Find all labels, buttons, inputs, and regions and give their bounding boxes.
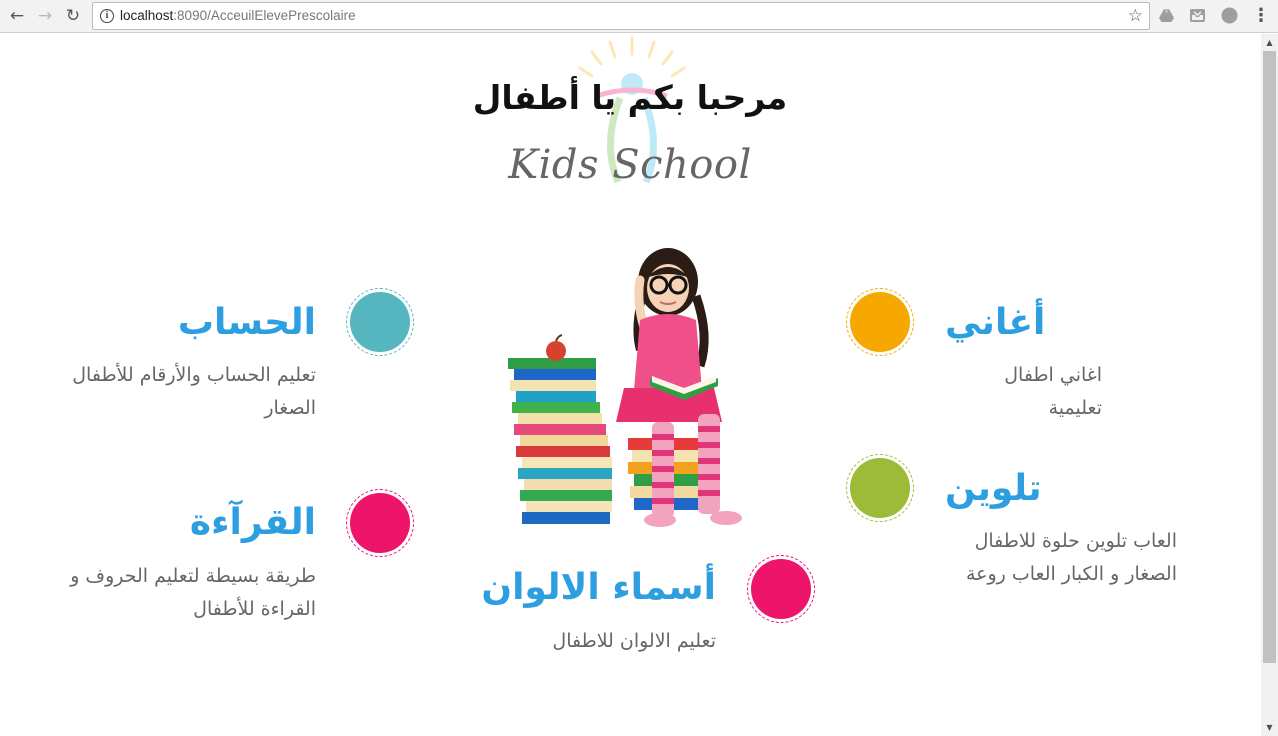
songs-title[interactable]: أغاني [945,302,1045,343]
math-desc-line1: تعليم الحساب والأرقام للأطفال [72,364,316,386]
math-title[interactable]: الحساب [178,302,316,343]
address-bar[interactable]: i localhost:8090/AcceuilElevePrescolaire… [92,2,1150,30]
girl-reading-books-image [508,248,742,527]
reading-title[interactable]: القرآءة [190,502,316,543]
bookmark-star-icon[interactable]: ☆ [1128,6,1143,26]
coloring-title[interactable]: تلوين [945,468,1042,509]
kebab-menu-icon[interactable]: ⋮ [1252,6,1270,26]
inbox-extension-icon[interactable] [1189,7,1206,24]
coloring-desc-line1: العاب تلوين حلوة للاطفال [974,530,1177,552]
profile-extension-icon[interactable] [1221,7,1238,24]
page-content: مرحبا بكم يا أطفال Kids School الحساب تع… [0,34,1261,736]
coloring-description: العاب تلوين حلوة للاطفال الصغار و الكبار… [945,525,1177,591]
songs-description: اغاني اطفال تعليمية [945,359,1102,425]
url-host: localhost [120,8,174,23]
math-desc-line2: الصغار [264,397,316,419]
colors-description: تعليم الالوان للاطفال [516,625,716,658]
vertical-scrollbar[interactable]: ▲ ▼ [1261,34,1278,736]
drive-extension-icon[interactable] [1158,7,1175,24]
browser-toolbar: ← → ↻ i localhost:8090/AcceuilElevePresc… [0,0,1278,33]
forward-arrow-icon[interactable]: → [34,5,56,27]
songs-circle-icon[interactable] [846,288,914,356]
back-arrow-icon[interactable]: ← [6,5,28,27]
url-path: :8090/AcceuilElevePrescolaire [173,8,356,23]
math-description: تعليم الحساب والأرقام للأطفال الصغار [56,359,316,425]
colors-title[interactable]: أسماء الالوان [481,567,716,608]
reading-circle-icon[interactable] [346,489,414,557]
brand-logo-text: Kids School [508,142,752,188]
welcome-heading: مرحبا بكم يا أطفال [472,78,788,117]
url-text: localhost:8090/AcceuilElevePrescolaire [120,8,356,23]
coloring-circle-icon[interactable] [846,454,914,522]
scroll-thumb[interactable] [1263,51,1276,663]
info-icon[interactable]: i [100,9,114,23]
reading-desc-line1: طريقة بسيطة لتعليم الحروف و [70,565,316,587]
coloring-desc-line2: الصغار و الكبار العاب روعة [965,563,1177,585]
book-stack-left [508,334,612,524]
reading-description: طريقة بسيطة لتعليم الحروف و القراءة للأط… [46,560,316,626]
reading-desc-line2: القراءة للأطفال [193,598,316,620]
colors-circle-icon[interactable] [747,555,815,623]
reload-icon[interactable]: ↻ [62,5,84,27]
math-circle-icon[interactable] [346,288,414,356]
colors-desc-line1: تعليم الالوان للاطفال [552,630,716,652]
songs-desc-line1: اغاني اطفال تعليمية [1004,364,1102,419]
scroll-up-arrow-icon[interactable]: ▲ [1261,34,1278,51]
scroll-down-arrow-icon[interactable]: ▼ [1261,719,1278,736]
